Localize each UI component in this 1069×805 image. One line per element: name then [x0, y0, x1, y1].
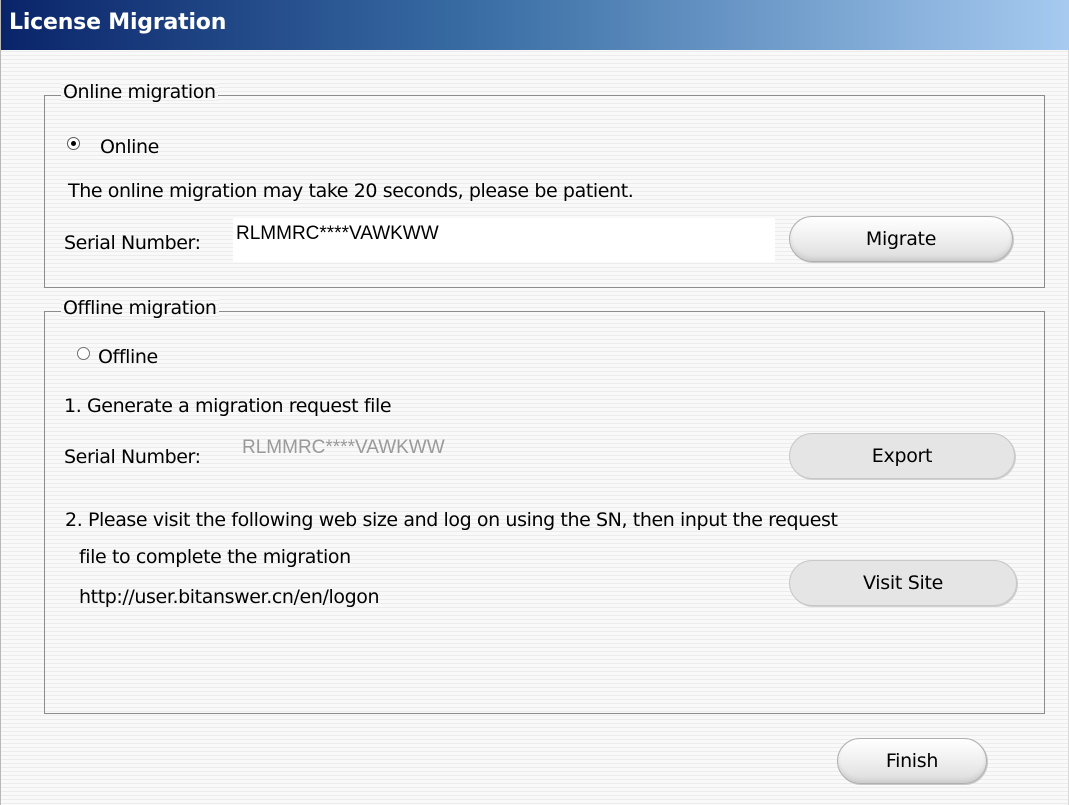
online-note: The online migration may take 20 seconds… [68, 180, 634, 202]
offline-serial-label: Serial Number: [64, 446, 201, 468]
online-serial-label: Serial Number: [64, 232, 201, 254]
online-radio-label[interactable]: Online [100, 136, 159, 158]
offline-radio[interactable] [77, 347, 90, 360]
offline-url: http://user.bitanswer.cn/en/logon [79, 586, 380, 608]
license-migration-dialog: License Migration Online migration Onlin… [0, 0, 1069, 805]
offline-group-label: Offline migration [61, 297, 219, 319]
migrate-button[interactable]: Migrate [789, 216, 1013, 262]
offline-step2-line2: file to complete the migration [79, 546, 351, 568]
finish-button[interactable]: Finish [837, 738, 987, 784]
offline-serial-field: RLMMRC****VAWKWW [242, 437, 445, 458]
online-radio[interactable] [67, 137, 80, 150]
online-serial-field[interactable]: RLMMRC****VAWKWW [233, 218, 775, 262]
offline-step2-line1: 2. Please visit the following web size a… [65, 509, 838, 531]
online-group-label: Online migration [61, 81, 218, 103]
export-button[interactable]: Export [789, 433, 1015, 479]
title-bar[interactable]: License Migration [1, 0, 1069, 50]
offline-step1-text: 1. Generate a migration request file [64, 395, 392, 417]
window-title: License Migration [9, 10, 227, 35]
visit-site-button[interactable]: Visit Site [789, 560, 1017, 606]
offline-radio-label[interactable]: Offline [98, 346, 158, 368]
